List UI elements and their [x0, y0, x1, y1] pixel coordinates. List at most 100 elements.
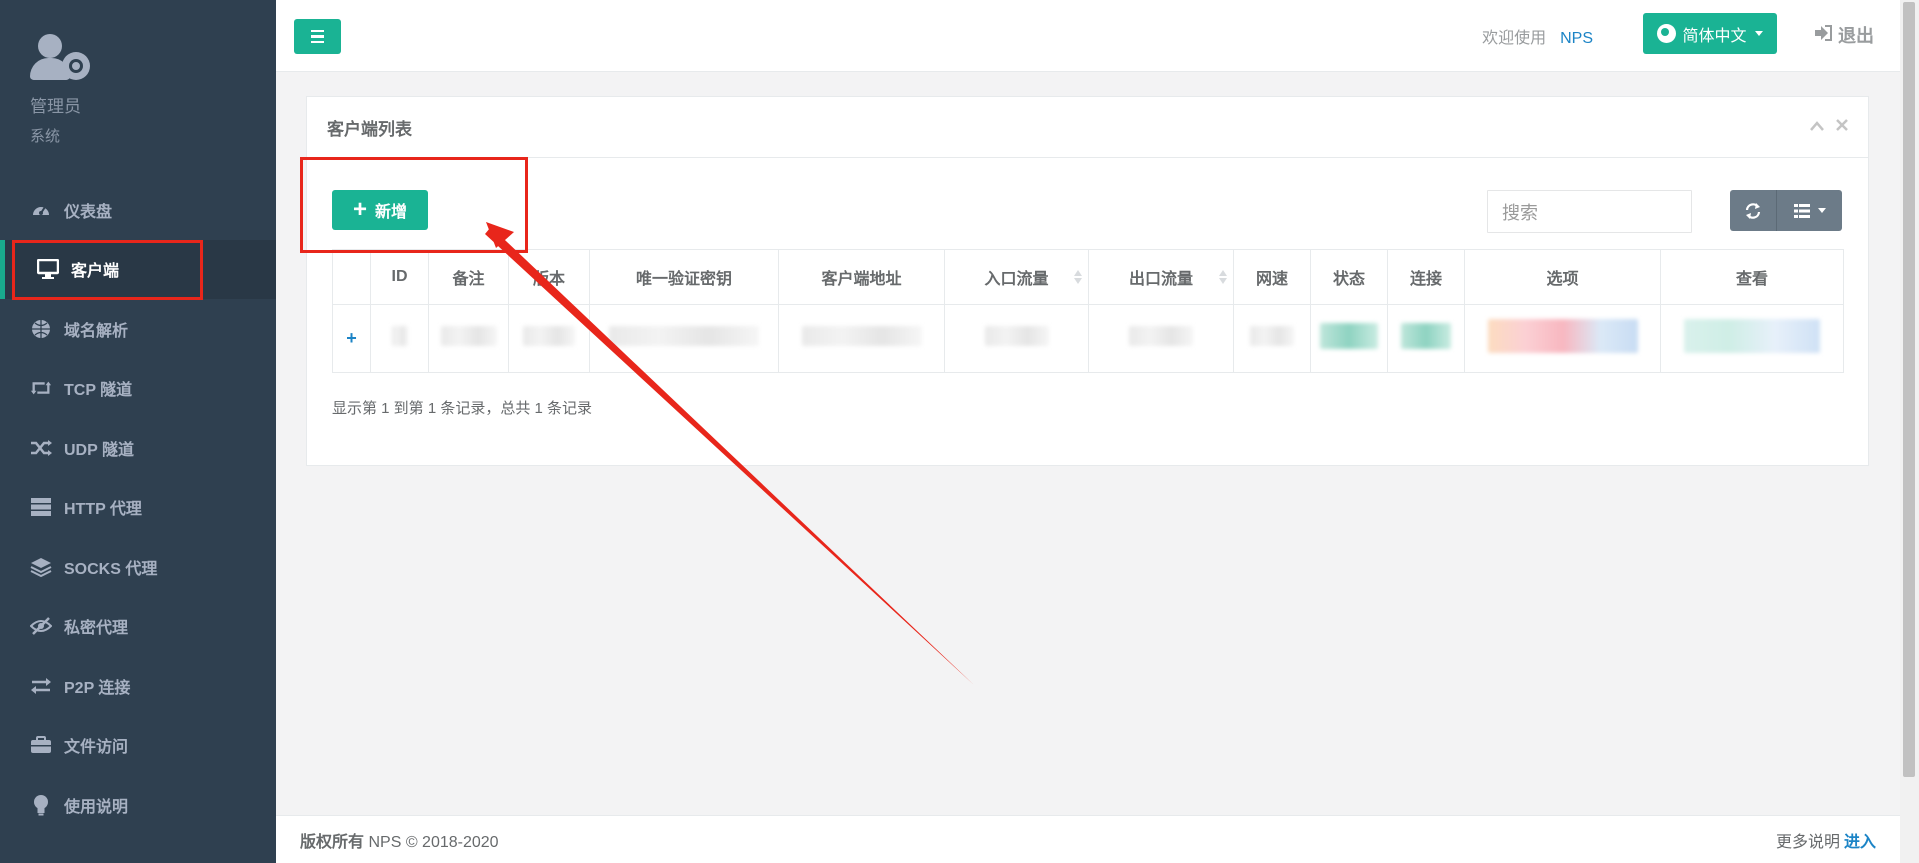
sidebar-item-label: 仪表盘 — [64, 203, 113, 221]
table-toolbar — [1730, 190, 1842, 231]
sidebar-item-label: 使用说明 — [64, 798, 129, 816]
column-label: 入口流量 — [984, 271, 1049, 288]
sidebar-item-label: 私密代理 — [64, 620, 129, 638]
sidebar-item-files[interactable]: 文件访问 — [0, 716, 276, 776]
expand-plus-icon[interactable]: + — [346, 328, 357, 348]
top-navbar: 欢迎使用 NPS 简体中文 退出 — [276, 0, 1900, 72]
column-header-sortable[interactable]: 出口流量 — [1088, 249, 1234, 305]
sidebar: 管理员 系统 仪表盘 客户端 域名解析 TCP 隧道 UDP 隧道 HTTP 代… — [0, 0, 276, 863]
sidebar-item-p2p[interactable]: P2P 连接 — [0, 656, 276, 716]
user-gear-icon — [30, 30, 96, 88]
profile-role: 系统 — [30, 128, 61, 145]
client-list-panel: 客户端列表 + 新增 搜索 ID 备注 版本 唯一验证密钥 客户端地址 入口流量… — [306, 96, 1869, 466]
sort-icon — [1219, 270, 1227, 284]
column-label: 出口流量 — [1128, 271, 1193, 288]
page-scrollbar[interactable] — [1900, 0, 1919, 863]
search-input[interactable]: 搜索 — [1487, 190, 1692, 233]
welcome-text: 欢迎使用 NPS — [1482, 24, 1593, 48]
exchange-icon — [30, 675, 52, 697]
copyright-text: NPS © 2018-2020 — [368, 833, 499, 851]
expand-cell[interactable]: + — [332, 304, 371, 373]
close-icon[interactable] — [1836, 118, 1848, 136]
random-icon — [30, 437, 52, 459]
language-dropdown[interactable]: 简体中文 — [1643, 13, 1777, 54]
layers-icon — [30, 556, 52, 578]
brand-link[interactable]: NPS — [1560, 30, 1593, 47]
redacted-cell — [1088, 304, 1234, 373]
retweet-icon — [30, 377, 52, 399]
annotation-box-add — [300, 157, 528, 253]
redacted-cell — [944, 304, 1089, 373]
redacted-cell — [428, 304, 509, 373]
sidebar-item-private[interactable]: 私密代理 — [0, 597, 276, 657]
expand-column-header — [332, 249, 371, 305]
logout-button[interactable]: 退出 — [1814, 22, 1874, 48]
briefcase-icon — [30, 734, 52, 756]
collapse-icon[interactable] — [1810, 118, 1824, 136]
sidebar-item-label: HTTP 代理 — [64, 501, 142, 519]
sign-out-icon — [1814, 24, 1832, 46]
column-header[interactable]: ID — [370, 249, 429, 305]
server-icon — [30, 496, 52, 518]
redacted-options-cell[interactable] — [1464, 304, 1661, 373]
welcome-label: 欢迎使用 — [1482, 30, 1547, 47]
column-header[interactable]: 备注 — [428, 249, 509, 305]
sidebar-item-label: SOCKS 代理 — [64, 560, 158, 578]
table-row: + — [332, 304, 1844, 373]
column-header[interactable]: 选项 — [1464, 249, 1661, 305]
globe-icon — [30, 318, 52, 340]
logout-label: 退出 — [1838, 26, 1874, 46]
menu-toggle-button[interactable] — [294, 19, 341, 54]
sidebar-item-tcp[interactable]: TCP 隧道 — [0, 359, 276, 419]
panel-header: 客户端列表 — [307, 97, 1868, 158]
columns-toggle-button[interactable] — [1777, 190, 1842, 231]
redacted-cell — [1233, 304, 1311, 373]
caret-down-icon — [1754, 31, 1763, 36]
redacted-cell — [508, 304, 590, 373]
client-table: ID 备注 版本 唯一验证密钥 客户端地址 入口流量 出口流量 网速 状态 连接… — [332, 249, 1844, 373]
column-header-sortable[interactable]: 入口流量 — [944, 249, 1089, 305]
user-profile: 管理员 系统 — [30, 30, 96, 146]
sort-icon — [1074, 270, 1082, 284]
copyright-label: 版权所有 — [300, 833, 365, 851]
column-header[interactable]: 连接 — [1387, 249, 1465, 305]
list-icon — [1793, 203, 1810, 218]
sidebar-item-label: P2P 连接 — [64, 679, 131, 697]
sidebar-item-domain[interactable]: 域名解析 — [0, 299, 276, 359]
sidebar-item-label: 文件访问 — [64, 739, 129, 757]
lightbulb-icon — [30, 794, 52, 816]
caret-down-icon — [1817, 208, 1826, 213]
sidebar-item-http[interactable]: HTTP 代理 — [0, 478, 276, 538]
redacted-status-cell — [1310, 304, 1388, 373]
enter-link[interactable]: 进入 — [1844, 834, 1876, 851]
redacted-cell — [589, 304, 779, 373]
pagination-info: 显示第 1 到第 1 条记录，总共 1 条记录 — [332, 400, 593, 417]
sidebar-item-udp[interactable]: UDP 隧道 — [0, 418, 276, 478]
sidebar-item-label: TCP 隧道 — [64, 382, 133, 400]
more-text: 更多说明 — [1775, 833, 1840, 851]
panel-tools — [1810, 118, 1848, 136]
sidebar-item-help[interactable]: 使用说明 — [0, 775, 276, 835]
scrollbar-thumb[interactable] — [1903, 2, 1915, 777]
column-header[interactable]: 网速 — [1233, 249, 1311, 305]
profile-name: 管理员 — [30, 97, 81, 116]
annotation-box-clients — [12, 240, 203, 300]
column-header[interactable]: 唯一验证密钥 — [589, 249, 779, 305]
dashboard-icon — [30, 199, 52, 221]
globe-icon — [1657, 24, 1677, 43]
redacted-connect-cell — [1387, 304, 1465, 373]
sidebar-item-label: UDP 隧道 — [64, 441, 134, 459]
column-header[interactable]: 版本 — [508, 249, 590, 305]
column-header[interactable]: 查看 — [1660, 249, 1844, 305]
column-header[interactable]: 客户端地址 — [778, 249, 945, 305]
sidebar-item-socks[interactable]: SOCKS 代理 — [0, 537, 276, 597]
column-header[interactable]: 状态 — [1310, 249, 1388, 305]
redacted-view-cell[interactable] — [1660, 304, 1844, 373]
refresh-button[interactable] — [1730, 190, 1777, 231]
panel-title: 客户端列表 — [327, 119, 412, 139]
redacted-cell — [370, 304, 429, 373]
sidebar-item-dashboard[interactable]: 仪表盘 — [0, 180, 276, 240]
sidebar-item-label: 域名解析 — [64, 322, 129, 340]
language-label: 简体中文 — [1682, 27, 1747, 45]
copyright: 版权所有 NPS © 2018-2020 — [300, 828, 499, 852]
